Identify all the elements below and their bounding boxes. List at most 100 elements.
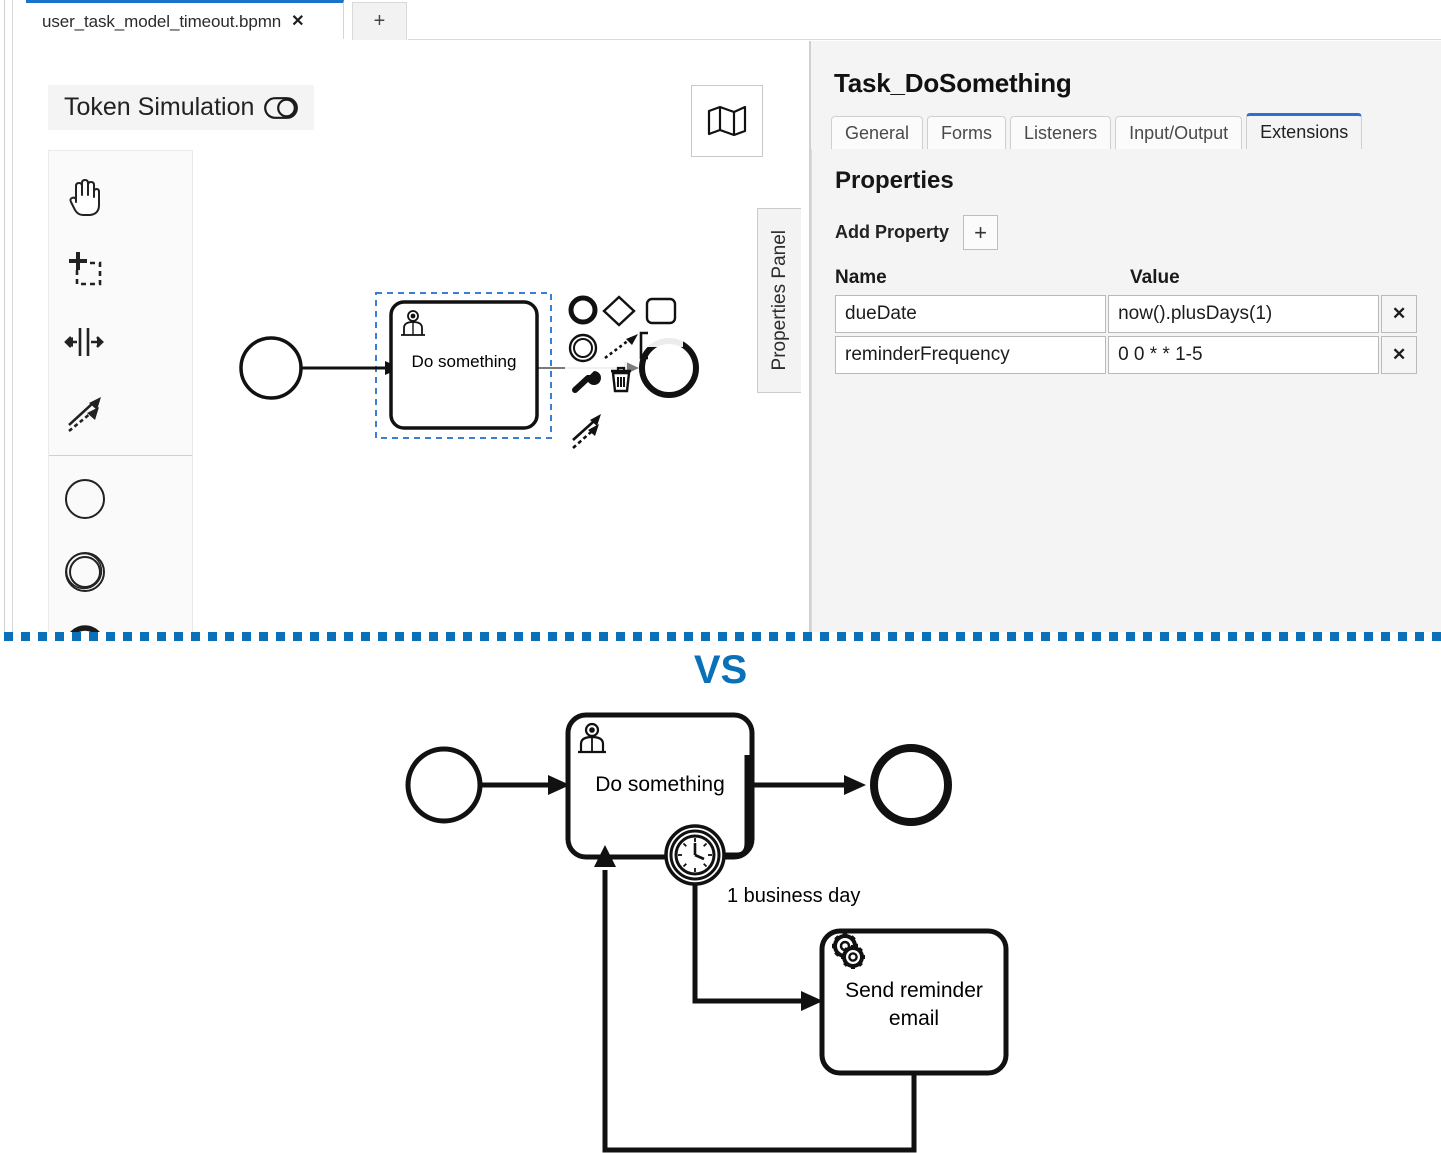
divider-dash — [1160, 632, 1169, 641]
properties-tabs: General Forms Listeners Input/Output Ext… — [831, 113, 1441, 149]
user-task-label: Do something — [595, 773, 725, 796]
divider-dash — [1279, 632, 1288, 641]
divider-dash — [1211, 632, 1220, 641]
divider-dash — [531, 632, 540, 641]
user-task-label: Do something — [412, 352, 517, 371]
divider-dash — [582, 632, 591, 641]
divider-dash — [395, 632, 404, 641]
divider-dash — [548, 632, 557, 641]
tab-bar: user_task_model_timeout.bpmn ✕ + — [13, 0, 1441, 40]
divider-dash — [599, 632, 608, 641]
divider-dash — [1075, 632, 1084, 641]
property-name-input[interactable]: dueDate — [835, 295, 1107, 333]
divider-dash — [4, 632, 13, 641]
divider-dash — [89, 632, 98, 641]
divider-dash — [106, 632, 115, 641]
properties-panel-tab[interactable]: Properties Panel — [757, 208, 801, 393]
property-value-input[interactable]: 0 0 * * 1-5 — [1108, 336, 1380, 374]
property-table-header: Name Value — [835, 267, 1415, 289]
divider-dash — [497, 632, 506, 641]
divider-dash — [1262, 632, 1271, 641]
bpmn-modeler-window: user_task_model_timeout.bpmn ✕ + Token S… — [0, 0, 1441, 632]
bpmn-canvas[interactable]: Token Simulation Do something — [13, 40, 810, 632]
divider-dash — [378, 632, 387, 641]
page-title: Task_DoSomething — [834, 68, 1072, 98]
add-property-button[interactable]: + — [963, 215, 999, 250]
divider-dash — [650, 632, 659, 641]
divider-dash — [72, 632, 81, 641]
property-name-input[interactable]: reminderFrequency — [835, 336, 1107, 374]
divider-dash — [939, 632, 948, 641]
add-property-label: Add Property — [835, 222, 950, 242]
divider-dash — [191, 632, 200, 641]
divider-dash — [1126, 632, 1135, 641]
property-table-body: dueDate now().plusDays(1) ✕ reminderFreq… — [835, 295, 1417, 374]
divider-dash — [208, 632, 217, 641]
screenshot-root: user_task_model_timeout.bpmn ✕ + Token S… — [0, 0, 1441, 1153]
bpmn-diagram-top[interactable]: Do something — [13, 40, 810, 632]
divider-dash — [310, 632, 319, 641]
divider-dash — [1347, 632, 1356, 641]
service-task-label-line1: Send reminder — [845, 979, 983, 1002]
tab-forms[interactable]: Forms — [927, 116, 1007, 149]
divider-dash — [990, 632, 999, 641]
properties-panel-body: Properties Add Property + Name Value due… — [811, 149, 1441, 632]
tab-extensions[interactable]: Extensions — [1246, 113, 1363, 149]
new-tab-button[interactable]: + — [352, 2, 407, 40]
user-task-icon — [578, 721, 608, 754]
divider-dash — [38, 632, 47, 641]
bpmn-diagram-bottom: Do something 1 business day Send reminde… — [0, 695, 1441, 1153]
divider-dash — [344, 632, 353, 641]
service-task-label-line2: email — [889, 1007, 939, 1030]
tab-general[interactable]: General — [831, 116, 924, 149]
divider-dash — [123, 632, 132, 641]
divider-dash — [293, 632, 302, 641]
divider-dash — [633, 632, 642, 641]
divider-dash — [1228, 632, 1237, 641]
user-task-icon — [401, 308, 427, 336]
table-row: reminderFrequency 0 0 * * 1-5 ✕ — [835, 336, 1417, 374]
delete-property-button[interactable]: ✕ — [1381, 295, 1417, 333]
window-left-edge — [0, 0, 5, 632]
divider-dash — [157, 632, 166, 641]
divider-dash — [327, 632, 336, 641]
start-event — [239, 336, 303, 400]
section-divider — [0, 630, 1441, 641]
divider-dash — [1381, 632, 1390, 641]
tab-user-task-model-timeout[interactable]: user_task_model_timeout.bpmn ✕ — [26, 0, 344, 40]
column-header-value: Value — [1130, 267, 1180, 288]
tab-input-output[interactable]: Input/Output — [1115, 116, 1243, 149]
divider-dash — [1024, 632, 1033, 641]
timer-boundary-event-icon — [664, 824, 726, 886]
divider-dash — [480, 632, 489, 641]
divider-dash — [1177, 632, 1186, 641]
tab-listeners[interactable]: Listeners — [1010, 116, 1112, 149]
divider-dash — [854, 632, 863, 641]
divider-dash — [837, 632, 846, 641]
end-event — [870, 744, 952, 826]
divider-dash — [1143, 632, 1152, 641]
divider-dash — [888, 632, 897, 641]
delete-property-button[interactable]: ✕ — [1381, 336, 1417, 374]
divider-dash — [667, 632, 676, 641]
divider-dash — [412, 632, 421, 641]
divider-dash — [973, 632, 982, 641]
divider-dash — [616, 632, 625, 641]
table-row: dueDate now().plusDays(1) ✕ — [835, 295, 1417, 333]
close-icon[interactable]: ✕ — [291, 13, 304, 30]
divider-dash — [429, 632, 438, 641]
divider-dash — [752, 632, 761, 641]
divider-dash — [1432, 632, 1441, 641]
end-event — [639, 338, 699, 398]
column-header-name: Name — [835, 267, 887, 288]
divider-dash — [786, 632, 795, 641]
divider-dash — [1007, 632, 1016, 641]
divider-dash — [905, 632, 914, 641]
divider-dash — [140, 632, 149, 641]
divider-dash — [956, 632, 965, 641]
divider-dash — [242, 632, 251, 641]
divider-dash — [1109, 632, 1118, 641]
section-heading: Properties — [835, 167, 954, 194]
property-value-input[interactable]: now().plusDays(1) — [1108, 295, 1380, 333]
divider-dash — [684, 632, 693, 641]
